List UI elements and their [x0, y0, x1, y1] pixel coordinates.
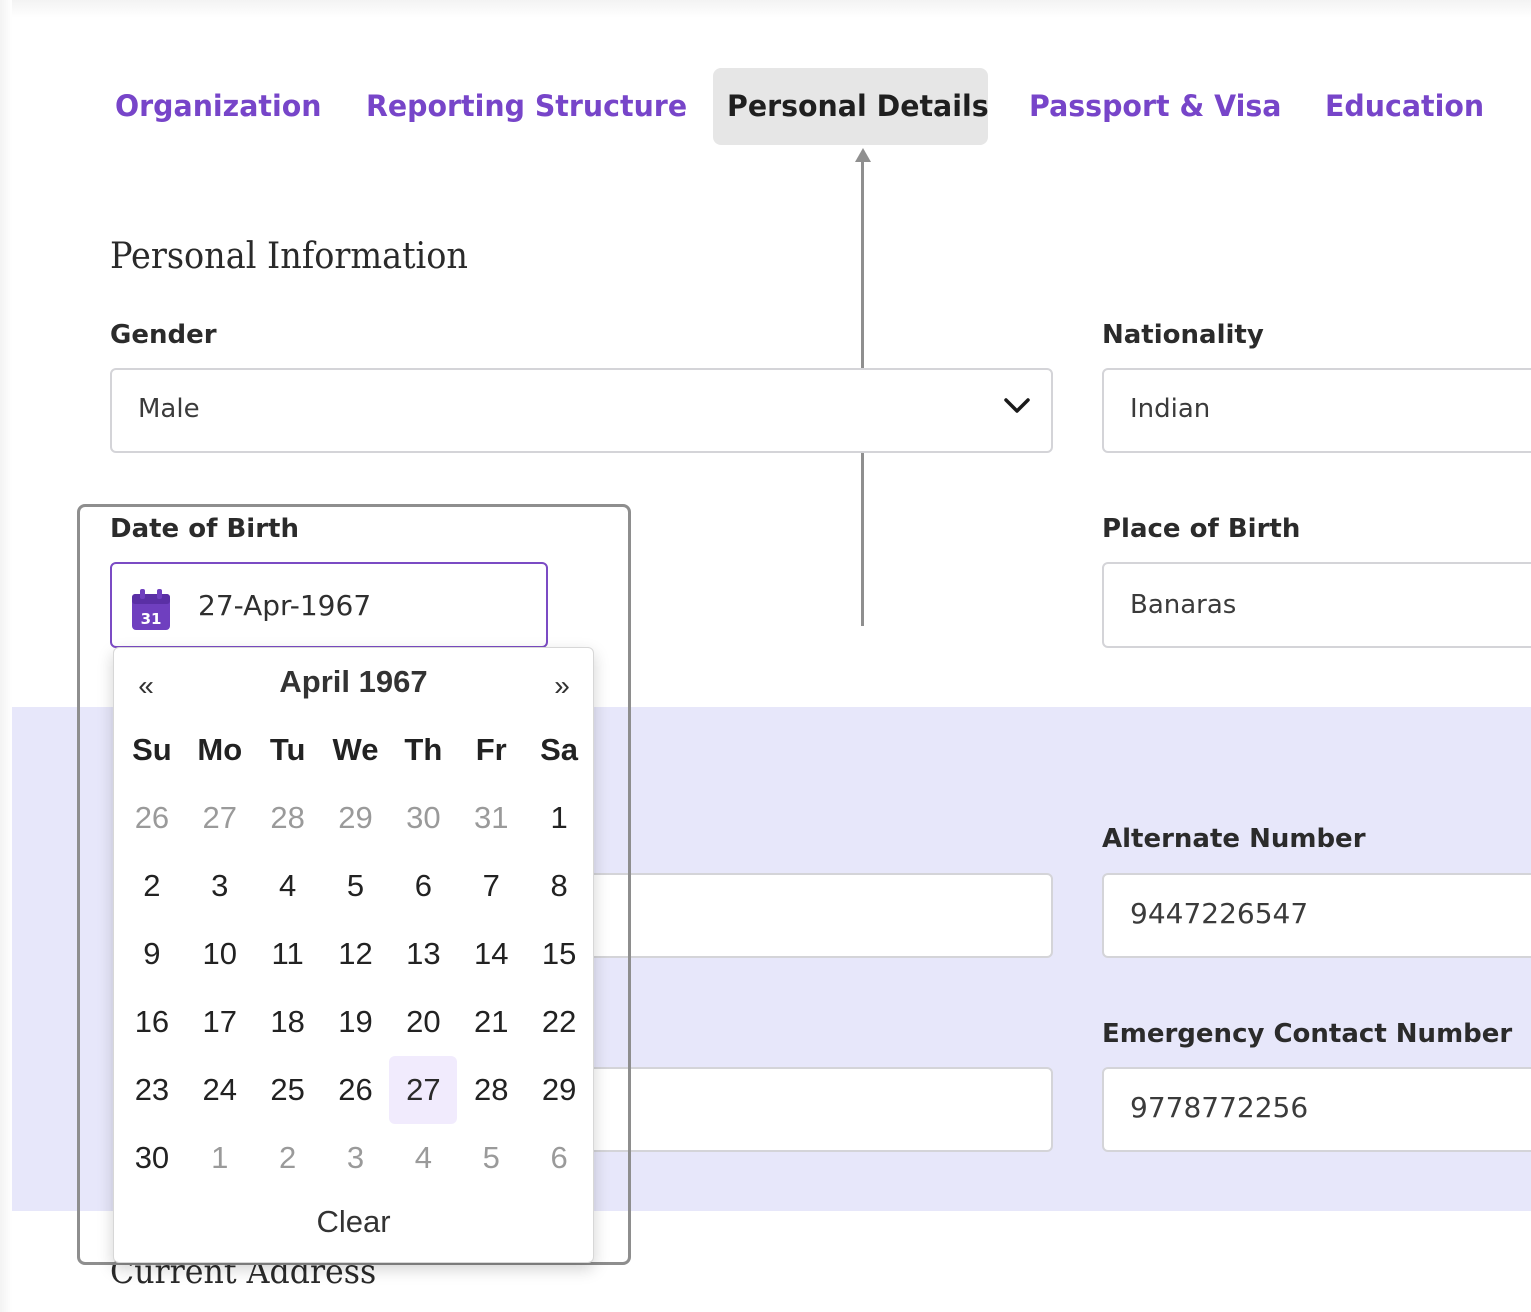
weekday-label: Su [132, 732, 172, 767]
place-of-birth-value: Banaras [1130, 590, 1237, 620]
datepicker-day[interactable]: 20 [389, 988, 457, 1056]
datepicker-month-title[interactable]: April 1967 [114, 664, 593, 700]
datepicker-day[interactable]: 23 [118, 1056, 186, 1124]
datepicker-day[interactable]: 16 [118, 988, 186, 1056]
place-of-birth-label: Place of Birth [1102, 514, 1301, 544]
datepicker-week-row: 16 17 18 19 20 21 22 [114, 988, 593, 1056]
datepicker-day[interactable]: 18 [254, 988, 322, 1056]
datepicker-day[interactable]: 7 [457, 852, 525, 920]
datepicker-popup: « April 1967 » Su Mo Tu We Th Fr Sa 26 27… [113, 647, 594, 1263]
weekday-label: Tu [269, 732, 306, 767]
datepicker-day[interactable]: 1 [186, 1124, 254, 1192]
secondary-contact-input[interactable] [560, 1067, 1053, 1152]
datepicker-week-row: 2345678 [114, 852, 593, 920]
datepicker-day[interactable]: 1 [525, 784, 593, 852]
annotation-arrow-head [855, 148, 871, 162]
weekday-label: We [332, 732, 379, 767]
calendar-icon: 31 [132, 589, 170, 630]
datepicker-day[interactable]: 8 [525, 852, 593, 920]
weekday-label: Sa [540, 732, 579, 767]
clear-date-button[interactable]: Clear [114, 1204, 593, 1240]
weekday-label: Fr [475, 732, 507, 767]
datepicker-day[interactable]: 30 [118, 1124, 186, 1192]
datepicker-day[interactable]: 3 [186, 852, 254, 920]
emergency-contact-label: Emergency Contact Number [1102, 1019, 1513, 1049]
datepicker-day[interactable]: 10 [186, 920, 254, 988]
nationality-input[interactable]: Indian [1102, 368, 1531, 453]
datepicker-day[interactable]: 11 [254, 920, 322, 988]
datepicker-week-row: 30 1 2 3 4 5 6 [114, 1124, 593, 1192]
datepicker-day[interactable]: 2 [118, 852, 186, 920]
datepicker-week-row: 26 27 28 29 30 31 1 [114, 784, 593, 852]
tab-education[interactable]: Education [1325, 68, 1487, 145]
datepicker-day[interactable]: 29 [322, 784, 390, 852]
datepicker-day[interactable]: 4 [254, 852, 322, 920]
date-of-birth-label: Date of Birth [110, 514, 299, 544]
datepicker-day[interactable]: 25 [254, 1056, 322, 1124]
date-of-birth-input[interactable]: 31 27-Apr-1967 [110, 562, 548, 648]
chevron-down-icon [1004, 398, 1030, 413]
datepicker-week-row: 23 24 25 26 27 28 29 [114, 1056, 593, 1124]
datepicker-day[interactable]: 9 [118, 920, 186, 988]
datepicker-day[interactable]: 15 [525, 920, 593, 988]
datepicker-grid: Su Mo Tu We Th Fr Sa 26 27 28 29 30 31 1 2 3 4 5 6 7… [114, 716, 593, 1192]
tab-passport-visa[interactable]: Passport & Visa [1029, 68, 1287, 145]
place-of-birth-input[interactable]: Banaras [1102, 562, 1531, 648]
alternate-number-value: 9447226547 [1130, 897, 1309, 930]
datepicker-day[interactable]: 6 [389, 852, 457, 920]
phone-number-input[interactable] [560, 873, 1053, 958]
datepicker-day[interactable]: 21 [457, 988, 525, 1056]
tab-organization[interactable]: Organization [115, 68, 326, 145]
tab-reporting-structure[interactable]: Reporting Structure [366, 68, 694, 145]
datepicker-day[interactable]: 26 [322, 1056, 390, 1124]
emergency-contact-value: 9778772256 [1130, 1091, 1309, 1124]
alternate-number-input[interactable]: 9447226547 [1102, 873, 1531, 958]
datepicker-day[interactable]: 14 [457, 920, 525, 988]
calendar-icon-day: 31 [141, 610, 162, 628]
next-month-button[interactable]: » [542, 670, 582, 702]
gender-label: Gender [110, 320, 217, 350]
datepicker-day[interactable]: 31 [457, 784, 525, 852]
nationality-value: Indian [1130, 394, 1211, 424]
datepicker-day[interactable]: 4 [389, 1124, 457, 1192]
datepicker-day[interactable]: 30 [389, 784, 457, 852]
nationality-label: Nationality [1102, 320, 1264, 350]
datepicker-week-row: 9 10 11 12 13 14 15 [114, 920, 593, 988]
datepicker-day[interactable]: 22 [525, 988, 593, 1056]
datepicker-day[interactable]: 6 [525, 1124, 593, 1192]
weekday-row: Su Mo Tu We Th Fr Sa [114, 716, 593, 784]
datepicker-day[interactable]: 19 [322, 988, 390, 1056]
datepicker-day[interactable]: 12 [322, 920, 390, 988]
datepicker-day[interactable]: 2 [254, 1124, 322, 1192]
datepicker-day[interactable]: 5 [457, 1124, 525, 1192]
page-shadow [0, 0, 1531, 18]
datepicker-day[interactable]: 28 [254, 784, 322, 852]
gender-value: Male [138, 394, 200, 424]
gender-select[interactable]: Male [110, 368, 1053, 453]
weekday-label: Mo [197, 732, 243, 767]
datepicker-day[interactable]: 24 [186, 1056, 254, 1124]
page-shadow-left [0, 0, 12, 1312]
datepicker-day[interactable]: 5 [322, 852, 390, 920]
date-of-birth-value: 27-Apr-1967 [198, 589, 372, 622]
datepicker-day-selected[interactable]: 27 [389, 1056, 458, 1124]
alternate-number-label: Alternate Number [1102, 824, 1366, 854]
tab-personal-details[interactable]: Personal Details [713, 68, 989, 145]
datepicker-day[interactable]: 13 [389, 920, 457, 988]
datepicker-day[interactable]: 17 [186, 988, 254, 1056]
datepicker-day[interactable]: 3 [322, 1124, 390, 1192]
datepicker-day[interactable]: 27 [186, 784, 254, 852]
weekday-label: Th [404, 732, 443, 767]
datepicker-day[interactable]: 29 [525, 1056, 593, 1124]
section-title-personal-information: Personal Information [110, 236, 468, 277]
datepicker-day[interactable]: 26 [118, 784, 186, 852]
emergency-contact-input[interactable]: 9778772256 [1102, 1067, 1531, 1152]
datepicker-day[interactable]: 28 [457, 1056, 525, 1124]
